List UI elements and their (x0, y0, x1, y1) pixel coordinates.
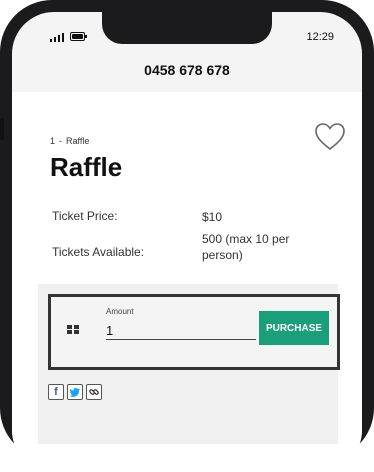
ticket-icon (67, 325, 79, 334)
purchase-panel: Amount PURCHASE f (38, 284, 340, 444)
page-title: Raffle (50, 152, 123, 182)
breadcrumb-current: Raffle (66, 136, 90, 146)
heart-outline-icon[interactable] (314, 122, 346, 152)
purchase-form: Amount PURCHASE (48, 294, 340, 370)
phone-screen: 12:29 0458 678 678 1- Raffle Raffle Ticke… (12, 12, 362, 472)
signal-icon (50, 33, 64, 42)
tickets-available-value: 500 (max 10 per person) (202, 231, 332, 263)
amount-label: Amount (106, 307, 134, 316)
breadcrumb-number[interactable]: 1 (50, 136, 55, 146)
share-buttons: f (48, 384, 102, 400)
tickets-available-value-line2: person) (202, 248, 243, 262)
status-time: 12:29 (306, 31, 334, 43)
breadcrumb: 1- Raffle (50, 136, 89, 146)
header-phone-number[interactable]: 0458 678 678 (12, 62, 362, 78)
phone-frame: 12:29 0458 678 678 1- Raffle Raffle Ticke… (0, 0, 374, 472)
twitter-icon[interactable] (67, 384, 83, 400)
tickets-available-value-line1: 500 (max 10 per (202, 232, 290, 246)
purchase-button[interactable]: PURCHASE (259, 311, 329, 345)
amount-input[interactable] (106, 321, 256, 340)
battery-icon (70, 32, 87, 41)
main-content: 1- Raffle Raffle Ticket Price: $10 Ticket… (12, 92, 362, 472)
notch (102, 12, 272, 44)
ticket-price-label: Ticket Price: (52, 209, 118, 223)
ticket-price-value: $10 (202, 210, 223, 224)
tickets-available-label: Tickets Available: (52, 245, 145, 259)
breadcrumb-separator: - (59, 136, 63, 146)
link-icon[interactable] (86, 384, 102, 400)
side-button (0, 118, 4, 140)
facebook-icon[interactable]: f (48, 384, 64, 400)
